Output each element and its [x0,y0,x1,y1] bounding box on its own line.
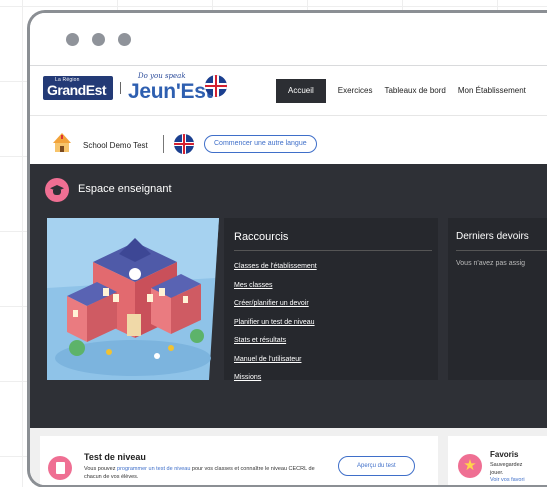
favorites-desc-line1: Sauvegardez [490,462,523,468]
shortcuts-list: Classes de l'établissement Mes classes C… [234,258,317,388]
last-homework-empty-text: Vous n'avez pas assig [456,260,526,267]
school-house-icon [53,133,71,152]
shortcut-link-mes-classes[interactable]: Mes classes [234,277,317,296]
nav-item-mon-etablissement[interactable]: Mon Établissement [452,79,532,103]
window-dot-icon[interactable] [66,33,79,46]
bottom-cards-area: Test de niveau Vous pouvez programmer un… [30,428,547,485]
see-favorites-link[interactable]: Voir vos favori [490,477,525,483]
main-menu: Accueil Exercices Tableaux de bord Mon É… [276,66,532,116]
favorites-card: ★ Favoris Sauvegardez jouer. Voir vos fa… [448,436,547,485]
level-test-card: Test de niveau Vous pouvez programmer un… [40,436,438,485]
nav-item-exercices[interactable]: Exercices [332,79,379,103]
browser-window: La Région GrandEst Do you speak Jeun'Est… [27,10,547,487]
logo-divider [120,82,121,94]
brand-name: Jeun'Est [128,80,213,103]
teacher-space-section: Espace enseignant Raccourcis Classes de … [30,164,547,428]
level-test-desc-start: Vous pouvez [84,466,118,472]
test-preview-button[interactable]: Aperçu du test [338,456,415,476]
level-test-title: Test de niveau [84,452,146,462]
favorites-desc-line2: jouer. [490,470,504,476]
shortcuts-panel: Raccourcis Classes de l'établissement Me… [224,218,438,381]
window-controls [66,33,131,46]
browser-chrome [30,13,547,65]
window-dot-icon[interactable] [118,33,131,46]
favorites-title: Favoris [490,450,519,459]
last-homework-panel: Derniers devoirs Vous n'avez pas assig [448,218,547,380]
shortcut-link-test-niveau[interactable]: Planifier un test de niveau [234,314,317,333]
change-language-button[interactable]: Commencer une autre langue [204,135,317,153]
website: La Région GrandEst Do you speak Jeun'Est… [30,66,547,485]
window-dot-icon[interactable] [92,33,105,46]
nav-item-tableaux-de-bord[interactable]: Tableaux de bord [378,79,451,103]
top-navigation: La Région GrandEst Do you speak Jeun'Est… [30,66,547,116]
level-test-description: Vous pouvez programmer un test de niveau… [84,465,324,481]
shortcut-link-classes-etablissement[interactable]: Classes de l'établissement [234,258,317,277]
last-homework-divider [456,250,547,251]
shortcuts-title: Raccourcis [234,231,289,243]
uk-flag-icon[interactable] [205,75,227,97]
school-name: School Demo Test [83,141,148,150]
last-homework-title: Derniers devoirs [456,231,529,242]
shortcut-link-missions[interactable]: Missions [234,369,317,388]
logo-main-text: GrandEst [47,82,107,98]
school-building-illustration [47,218,219,380]
teacher-space-title: Espace enseignant [78,183,172,195]
program-level-test-link[interactable]: programmer un test de niveau [117,466,190,472]
brand-tagline: Do you speak [138,72,186,80]
shortcut-link-creer-devoir[interactable]: Créer/planifier un devoir [234,295,317,314]
favorites-description: Sauvegardez jouer. [490,461,522,477]
shortcut-link-stats[interactable]: Stats et résultats [234,332,317,351]
document-icon [48,456,72,480]
school-divider [163,135,164,153]
nav-item-accueil[interactable]: Accueil [276,79,326,103]
shortcut-link-manuel[interactable]: Manuel de l'utilisateur [234,351,317,370]
grandest-logo[interactable]: La Région GrandEst [43,76,113,100]
current-language-flag-icon [174,134,194,154]
graduation-cap-icon [45,178,69,202]
shortcuts-divider [234,250,432,251]
star-icon: ★ [458,454,482,478]
